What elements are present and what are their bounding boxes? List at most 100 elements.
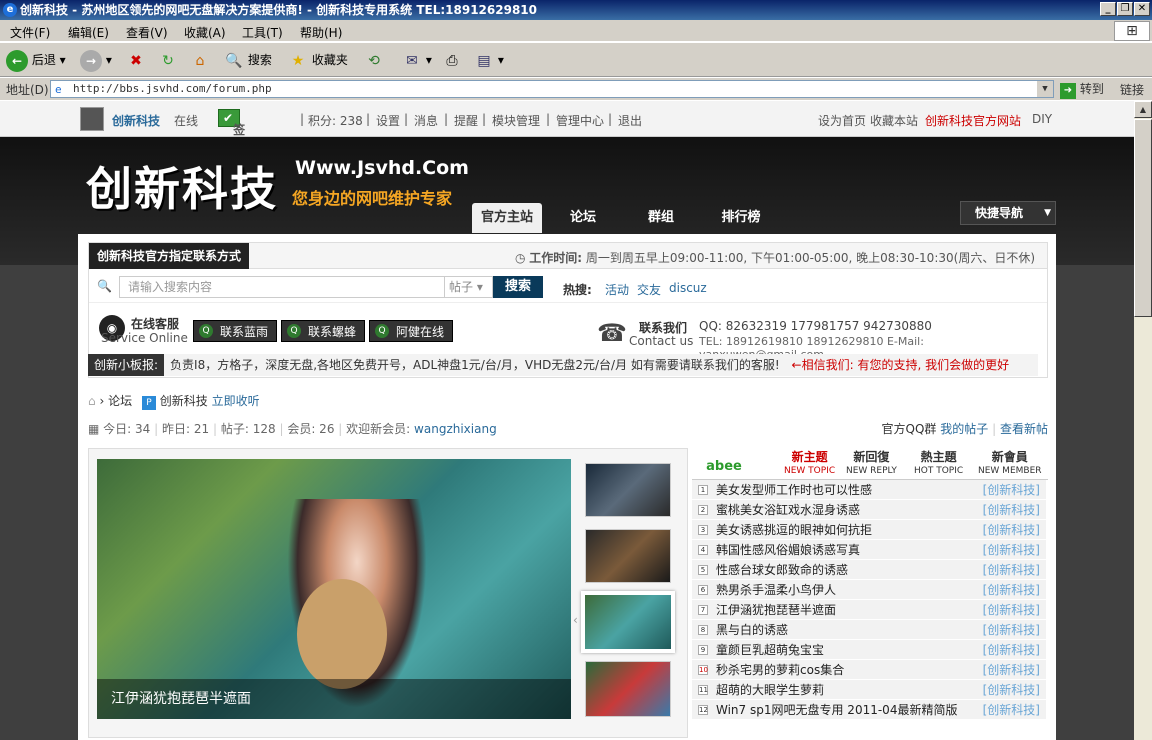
slider-thumb-4[interactable] <box>585 661 671 717</box>
topic-title[interactable]: 江伊涵犹抱琵琶半遮面 <box>716 600 836 620</box>
topic-source[interactable]: [创新科技] <box>983 580 1040 600</box>
topic-title[interactable]: 秒杀宅男的萝莉cos集合 <box>716 660 844 680</box>
topic-source[interactable]: [创新科技] <box>983 700 1040 720</box>
topic-row[interactable]: 5 性感台球女郎致命的诱惑 [创新科技] <box>692 560 1046 580</box>
messages-link[interactable]: 消息 <box>414 112 438 129</box>
topic-source[interactable]: [创新科技] <box>983 620 1040 640</box>
diy-link[interactable]: DIY <box>1032 112 1052 126</box>
set-homepage-link[interactable]: 设为首页 <box>818 112 866 129</box>
topic-source[interactable]: [创新科技] <box>983 680 1040 700</box>
topic-row[interactable]: 9 童颜巨乳超萌兔宝宝 [创新科技] <box>692 640 1046 660</box>
topic-title[interactable]: 童颜巨乳超萌兔宝宝 <box>716 640 824 660</box>
mail-button[interactable]: ✉ ▾ <box>402 48 432 72</box>
vertical-scrollbar[interactable]: ▲ <box>1134 101 1152 740</box>
nav-groups[interactable]: 群组 <box>628 203 694 233</box>
tab-new-member[interactable]: 新會員 NEW MEMBER <box>978 450 1042 478</box>
avatar[interactable] <box>80 107 104 131</box>
new-posts-link[interactable]: 查看新帖 <box>1000 422 1048 436</box>
go-button[interactable]: ➜ 转到 <box>1060 80 1104 99</box>
logout-link[interactable]: 退出 <box>618 112 642 129</box>
topic-title[interactable]: 性感台球女郎致命的诱惑 <box>716 560 848 580</box>
stop-button[interactable]: ✖ <box>126 48 146 72</box>
contact-lanyu-button[interactable]: Q 联系蓝雨 <box>193 320 278 342</box>
search-input[interactable]: 请输入搜索内容 <box>119 276 445 298</box>
topic-title[interactable]: 熟男杀手温柔小鸟伊人 <box>716 580 836 600</box>
username-link[interactable]: 创新科技 <box>112 112 160 129</box>
address-input[interactable]: e http://bbs.jsvhd.com/forum.php ▼ <box>50 80 1054 98</box>
menu-edit[interactable]: 编辑(E) <box>68 24 109 41</box>
forward-button[interactable]: → ▾ <box>80 48 112 72</box>
minimize-button[interactable]: _ <box>1100 2 1116 16</box>
topic-title[interactable]: 美女诱惑挑逗的眼神如何抗拒 <box>716 520 872 540</box>
hot-search-activity[interactable]: 活动 <box>605 281 629 298</box>
topic-source[interactable]: [创新科技] <box>983 660 1040 680</box>
site-logo[interactable]: 创新科技 <box>86 153 278 219</box>
topic-source[interactable]: [创新科技] <box>983 520 1040 540</box>
menu-view[interactable]: 查看(V) <box>126 24 168 41</box>
settings-link[interactable]: 设置 <box>376 112 400 129</box>
online-status[interactable]: 在线 <box>174 112 198 129</box>
search-submit-button[interactable]: 搜索 <box>493 276 543 298</box>
my-posts-link[interactable]: 我的帖子 <box>940 422 988 436</box>
breadcrumb-forum[interactable]: 论坛 <box>108 394 132 408</box>
edit-button[interactable]: ▤ ▾ <box>474 48 503 72</box>
topic-row[interactable]: 4 韩国性感风俗媚娘诱惑写真 [创新科技] <box>692 540 1046 560</box>
points-text[interactable]: 积分: 238 <box>308 112 363 129</box>
topic-source[interactable]: [创新科技] <box>983 480 1040 500</box>
topic-title[interactable]: 蜜桃美女浴缸戏水湿身诱惑 <box>716 500 860 520</box>
back-button[interactable]: ← 后退 ▾ <box>6 48 66 72</box>
menu-tools[interactable]: 工具(T) <box>242 24 283 41</box>
breadcrumb-site[interactable]: 创新科技 <box>160 394 208 408</box>
quick-nav-button[interactable]: 快捷导航 ▼ <box>960 201 1056 225</box>
links-button[interactable]: 链接 <box>1120 81 1144 98</box>
search-button[interactable]: 🔍 搜索 <box>224 48 272 72</box>
scroll-up-icon[interactable]: ▲ <box>1134 101 1152 118</box>
scroll-thumb[interactable] <box>1134 119 1152 317</box>
nav-forum[interactable]: 论坛 <box>550 203 616 233</box>
menu-file[interactable]: 文件(F) <box>10 24 50 41</box>
checkin-badge[interactable]: ✔ 签到完毕 <box>218 109 245 188</box>
slider-main-image[interactable]: 江伊涵犹抱琵琶半遮面 <box>97 459 571 719</box>
reminders-link[interactable]: 提醒 <box>454 112 478 129</box>
topic-source[interactable]: [创新科技] <box>983 540 1040 560</box>
topic-row[interactable]: 12 Win7 sp1网吧无盘专用 2011-04最新精简版 [创新科技] <box>692 700 1046 720</box>
official-site-link[interactable]: 创新科技官方网站 <box>925 112 1021 129</box>
close-button[interactable]: ✕ <box>1134 2 1150 16</box>
topic-title[interactable]: Win7 sp1网吧无盘专用 2011-04最新精简版 <box>716 700 957 720</box>
nav-official[interactable]: 官方主站 <box>472 203 542 233</box>
topic-source[interactable]: [创新科技] <box>983 500 1040 520</box>
favorites-button[interactable]: ★ 收藏夹 <box>288 48 348 72</box>
module-manage-link[interactable]: 模块管理 <box>492 112 540 129</box>
topic-row[interactable]: 6 熟男杀手温柔小鸟伊人 [创新科技] <box>692 580 1046 600</box>
topic-title[interactable]: 黑与白的诱惑 <box>716 620 788 640</box>
menu-favorites[interactable]: 收藏(A) <box>184 24 226 41</box>
slider-thumb-2[interactable] <box>585 529 671 583</box>
follow-link[interactable]: 立即收听 <box>212 394 260 408</box>
topic-title[interactable]: 超萌的大眼学生萝莉 <box>716 680 824 700</box>
topic-row[interactable]: 7 江伊涵犹抱琵琶半遮面 [创新科技] <box>692 600 1046 620</box>
home-icon[interactable]: ⌂ <box>88 394 96 408</box>
ajian-online-button[interactable]: Q 阿健在线 <box>369 320 454 342</box>
hot-search-dating[interactable]: 交友 <box>637 281 661 298</box>
bookmark-link[interactable]: 收藏本站 <box>870 112 918 129</box>
search-type-select[interactable]: 帖子 ▾ <box>445 276 493 298</box>
slider-prev-icon[interactable]: ‹ <box>573 613 578 627</box>
contact-luofeng-button[interactable]: Q 联系螺蜂 <box>281 320 366 342</box>
topic-title[interactable]: 美女发型师工作时也可以性感 <box>716 480 872 500</box>
nav-ranking[interactable]: 排行榜 <box>706 203 776 233</box>
topic-row[interactable]: 1 美女发型师工作时也可以性感 [创新科技] <box>692 480 1046 500</box>
topic-row[interactable]: 8 黑与白的诱惑 [创新科技] <box>692 620 1046 640</box>
slider-thumb-3-active[interactable] <box>581 591 675 653</box>
tab-new-reply[interactable]: 新回復 NEW REPLY <box>846 450 897 478</box>
print-button[interactable]: ⎙ <box>442 48 462 72</box>
address-dropdown-icon[interactable]: ▼ <box>1037 81 1053 97</box>
tab-new-topic[interactable]: 新主题 NEW TOPIC <box>784 450 835 478</box>
hot-search-discuz[interactable]: discuz <box>669 281 707 295</box>
topic-row[interactable]: 3 美女诱惑挑逗的眼神如何抗拒 [创新科技] <box>692 520 1046 540</box>
topic-source[interactable]: [创新科技] <box>983 560 1040 580</box>
home-button[interactable]: ⌂ <box>190 48 210 72</box>
topic-source[interactable]: [创新科技] <box>983 600 1040 620</box>
new-member-link[interactable]: wangzhixiang <box>414 422 497 436</box>
topic-source[interactable]: [创新科技] <box>983 640 1040 660</box>
maximize-button[interactable]: ❐ <box>1117 2 1133 16</box>
